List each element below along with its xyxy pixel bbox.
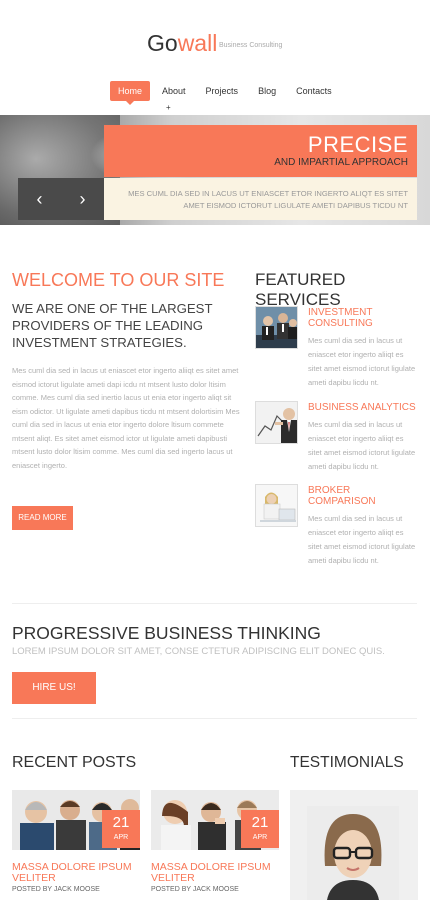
nav-item-about[interactable]: About [154,81,194,101]
service-text-analytics: Mes cuml dia sed in lacus ut eniascet et… [308,420,416,471]
post-date-day: 21 [251,814,269,831]
chevron-left-icon[interactable]: ‹ [37,190,43,208]
post-date-month: APR [252,834,268,841]
post-author: POSTED BY JACK MOOSE [12,886,100,893]
service-text-broker: Mes cuml dia sed in lacus ut eniascet et… [308,514,416,565]
post-title[interactable]: MASSA DOLORE IPSUM VELITER [12,862,140,884]
hire-us-button[interactable]: HIRE US! [12,672,96,704]
post-date-month: APR [113,834,129,841]
main-nav: Home About Projects Blog Contacts [110,81,344,105]
chevron-right-icon[interactable]: › [80,190,86,208]
section-divider [12,718,417,719]
recent-posts-heading: RECENT POSTS [12,754,137,771]
nav-submenu-indicator[interactable]: + [166,103,171,112]
post-date-badge: 21 APR [241,810,279,848]
post-date-badge: 21 APR [102,810,140,848]
welcome-lead: WE ARE ONE OF THE LARGEST PROVIDERS OF T… [12,301,213,350]
nav-item-projects[interactable]: Projects [198,81,247,101]
post-title[interactable]: MASSA DOLORE IPSUM VELITER [151,862,279,884]
tagline: Business Consulting [219,42,283,49]
welcome-heading: WELCOME TO OUR SITE [12,270,225,290]
nav-item-contacts[interactable]: Contacts [288,81,340,101]
read-more-button[interactable]: READ MORE [12,506,73,530]
service-image-analytics[interactable] [255,401,298,444]
testimonials-heading: TESTIMONIALS [290,754,404,771]
slide-title: PRECISE [307,132,408,157]
slider-controls: ‹ › [18,178,104,220]
slide-subtitle: AND IMPARTIAL APPROACH [274,157,408,168]
section-divider [12,603,417,604]
testimonial-photo [307,806,399,900]
progressive-subtitle: LOREM IPSUM DOLOR SIT AMET, CONSE CTETUR… [12,646,385,657]
logo[interactable]: Gowall [147,30,217,57]
featured-services-heading: FEATURED SERVICES [255,270,346,309]
post-author: POSTED BY JACK MOOSE [151,886,239,893]
service-text-investment: Mes cuml dia sed in lacus ut eniascet et… [308,336,416,387]
nav-item-blog[interactable]: Blog [250,81,284,101]
service-image-investment[interactable] [255,306,298,349]
nav-item-home[interactable]: Home [110,81,151,105]
post-date-day: 21 [112,814,130,831]
slide-text: MES CUML DIA SED IN LACUS UT ENIASCET ET… [128,189,408,210]
service-title-investment[interactable]: INVESTMENT CONSULTING [308,307,418,329]
service-title-analytics[interactable]: BUSINESS ANALYTICS [308,402,418,413]
logo-text-accent: wall [177,30,218,56]
welcome-text: Mes cuml dia sed in lacus ut eniascet et… [12,366,240,470]
service-title-broker[interactable]: BROKER COMPARISON [308,485,418,507]
logo-text-main: Go [147,30,178,56]
service-image-broker[interactable] [255,484,298,527]
progressive-heading: PROGRESSIVE BUSINESS THINKING [12,623,321,643]
